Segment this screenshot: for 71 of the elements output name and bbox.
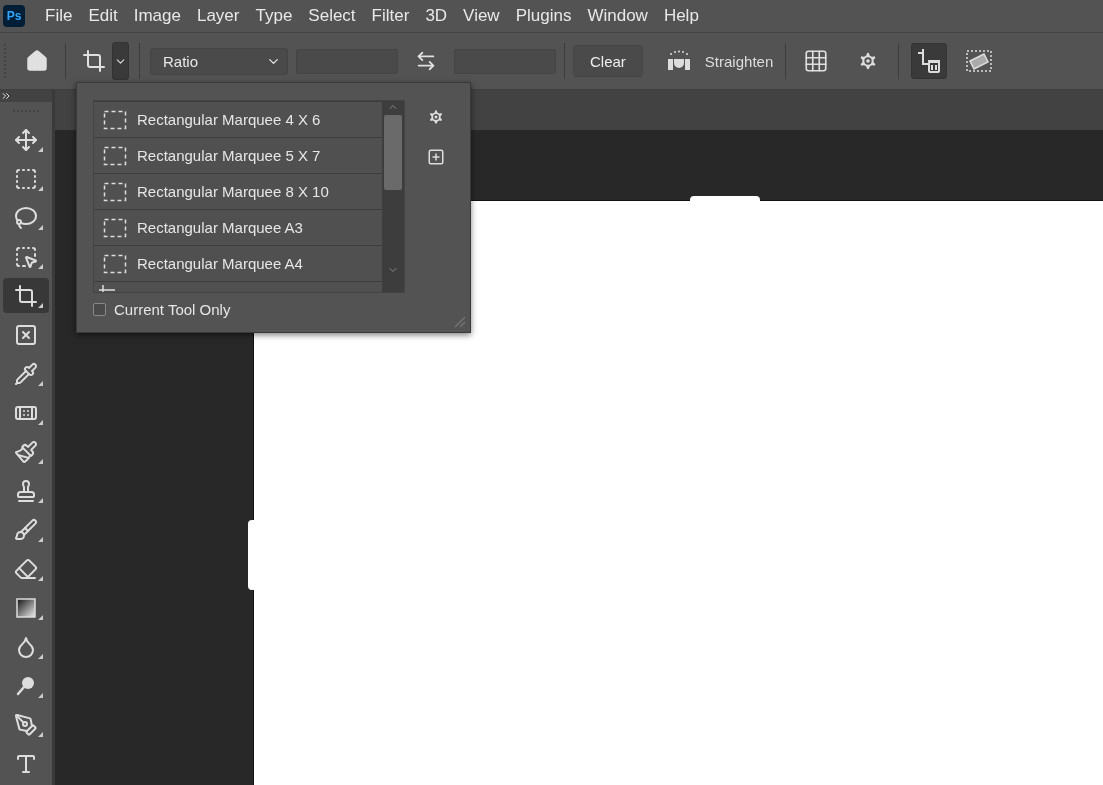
corner-triangle-icon	[38, 537, 43, 542]
current-tool-only-label: Current Tool Only	[114, 301, 231, 318]
dashed-square-icon	[103, 253, 127, 274]
dashed-square-icon	[103, 181, 127, 202]
eyedropper-icon	[14, 361, 38, 386]
corner-triangle-icon	[38, 732, 43, 737]
corner-triangle-icon	[38, 693, 43, 698]
settings-icon[interactable]	[427, 108, 445, 126]
gradient-icon	[15, 596, 37, 619]
corner-triangle-icon	[38, 498, 43, 503]
menu-item[interactable]: File	[37, 6, 81, 26]
preset-item[interactable]: Rectangular Marquee 8 X 10	[94, 174, 382, 209]
eraser-icon	[14, 556, 38, 581]
dodge-icon	[15, 674, 37, 697]
content-aware-icon	[965, 49, 994, 73]
pen-icon	[14, 712, 38, 737]
menu-item[interactable]: Image	[125, 6, 189, 26]
new-preset-icon[interactable]	[427, 148, 445, 166]
lasso-icon	[14, 205, 38, 230]
selection-cursor-icon	[14, 244, 38, 269]
corner-triangle-icon	[38, 303, 43, 308]
menu-item[interactable]: Type	[247, 6, 301, 26]
preset-dropdown-button[interactable]	[112, 42, 129, 80]
corner-triangle-icon	[38, 186, 43, 191]
menu-item[interactable]: Help	[655, 6, 707, 26]
corner-triangle-icon	[38, 381, 43, 386]
brush-icon	[14, 439, 38, 464]
menu-item[interactable]: Plugins	[507, 6, 580, 26]
swap-arrows-icon	[415, 50, 437, 72]
crop-trash-icon	[916, 48, 943, 74]
menu-item[interactable]: Filter	[363, 6, 418, 26]
scrollbar-thumb[interactable]	[384, 115, 402, 190]
crossed-frame-icon	[14, 322, 38, 347]
stamp-icon	[14, 478, 38, 503]
preset-item[interactable]: Rectangular Marquee A4	[94, 246, 382, 281]
menu-item[interactable]: 3D	[417, 6, 456, 26]
canvas-handle[interactable]	[690, 196, 760, 201]
clear-button[interactable]: Clear	[573, 45, 643, 77]
menu-item[interactable]: Layer	[188, 6, 248, 26]
ratio-select[interactable]: Ratio	[150, 47, 288, 75]
expand-icon[interactable]	[0, 90, 12, 102]
history-brush-icon	[14, 517, 38, 542]
dashed-square-icon	[14, 166, 38, 191]
corner-triangle-icon	[38, 654, 43, 659]
current-tool-only-checkbox[interactable]	[93, 303, 106, 316]
menu-item[interactable]: Window	[579, 6, 656, 26]
move-icon	[14, 127, 38, 152]
corner-triangle-icon	[38, 225, 43, 230]
dashed-square-icon	[103, 109, 127, 130]
preset-item[interactable]: Rectangular Marquee 4 X 6	[94, 102, 382, 137]
corner-triangle-icon	[38, 615, 43, 620]
menu-item[interactable]: View	[455, 6, 508, 26]
preset-item[interactable]: Rectangular Marquee 5 X 7	[94, 138, 382, 173]
dashed-square-icon	[103, 145, 127, 166]
straighten-label[interactable]: Straighten	[704, 52, 774, 70]
resize-grip-icon[interactable]	[452, 314, 466, 328]
grid-icon	[803, 48, 830, 74]
corner-triangle-icon	[38, 459, 43, 464]
corner-triangle-icon	[38, 264, 43, 269]
delete-cropped-pixels-toggle[interactable]	[911, 43, 948, 79]
menu-item[interactable]: Edit	[80, 6, 126, 26]
menu-item[interactable]: Select	[300, 6, 364, 26]
preset-item[interactable]: Rectangular Marquee A3	[94, 210, 382, 245]
corner-triangle-icon	[38, 420, 43, 425]
home-icon	[25, 49, 49, 73]
tool-button[interactable]	[3, 278, 49, 313]
dashed-square-icon	[103, 217, 127, 238]
corner-triangle-icon	[38, 147, 43, 152]
canvas-handle[interactable]	[248, 520, 254, 590]
app-logo[interactable]: Ps	[3, 5, 25, 27]
corner-triangle-icon	[38, 576, 43, 581]
